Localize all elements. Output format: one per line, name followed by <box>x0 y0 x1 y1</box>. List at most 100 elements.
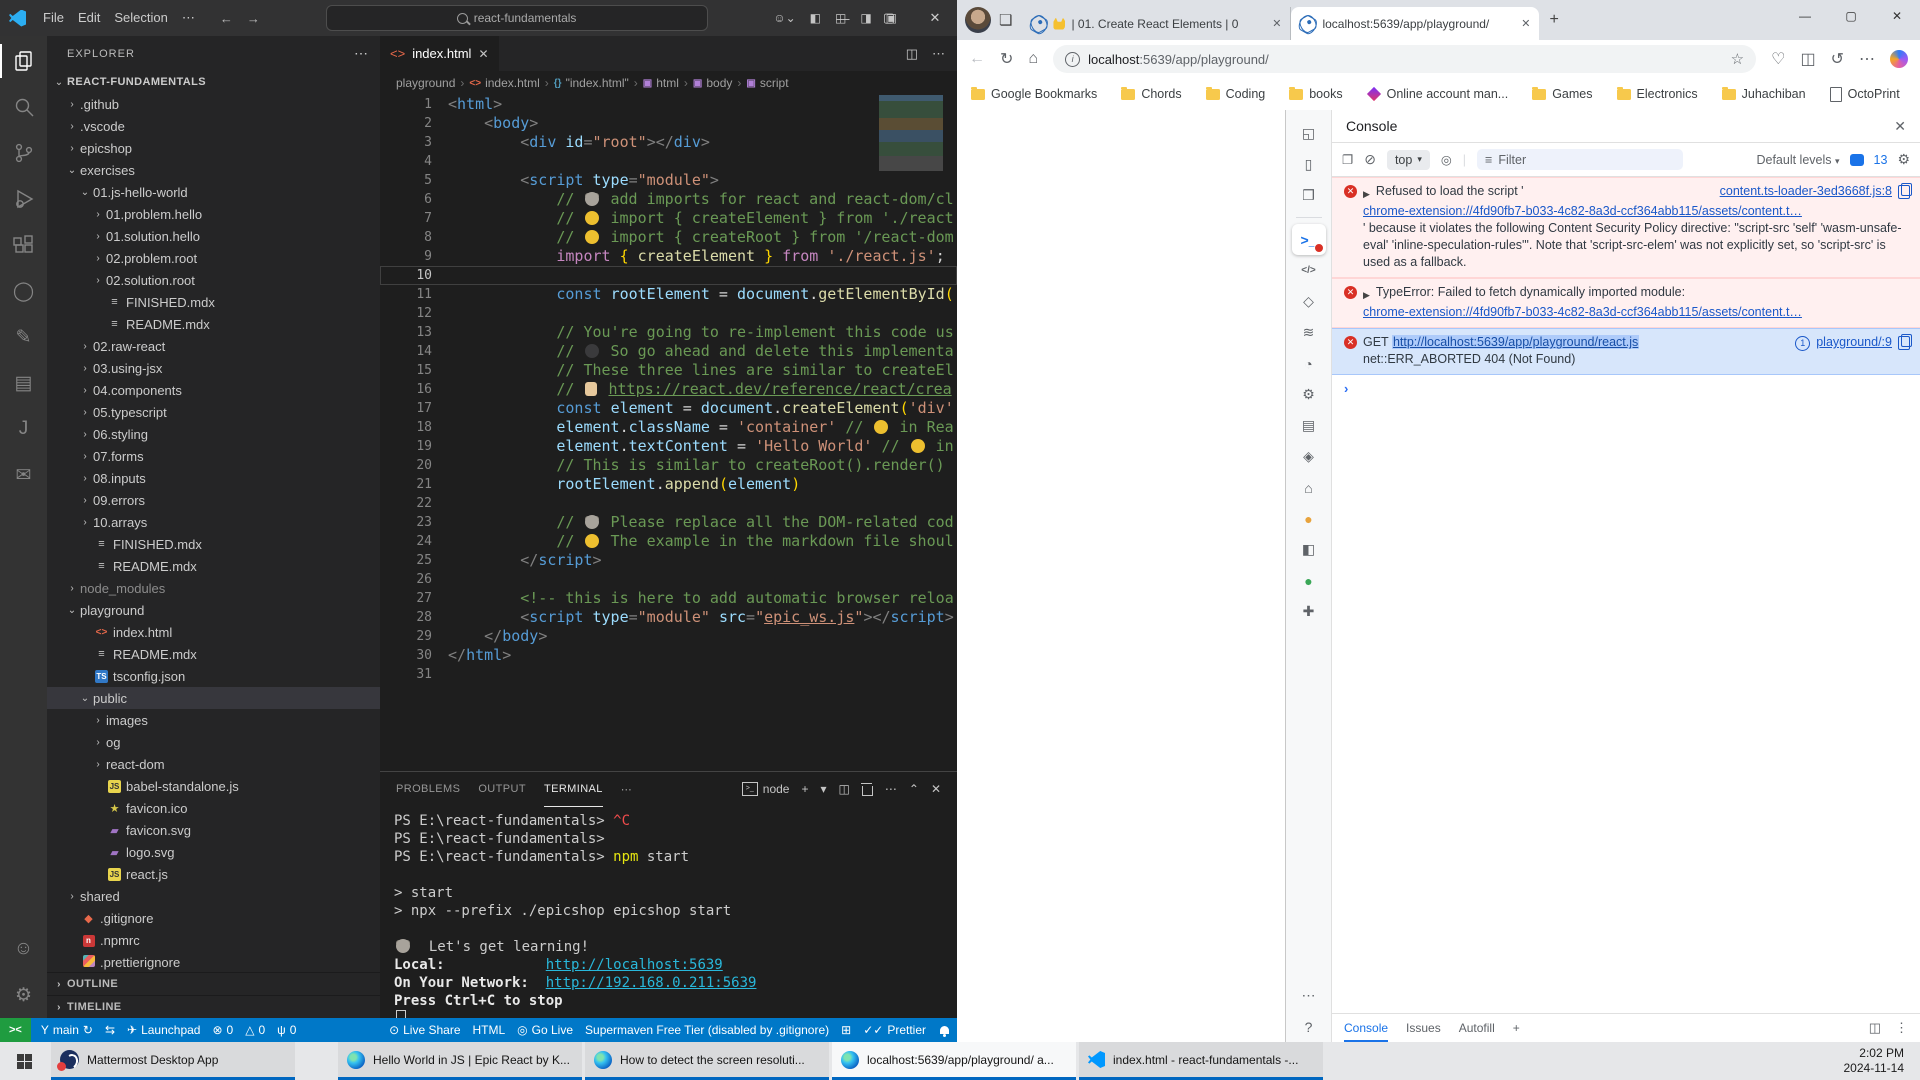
section-timeline[interactable]: ›TIMELINE <box>47 995 380 1018</box>
tree-item-images[interactable]: ›images <box>47 709 380 731</box>
browser-tab[interactable]: localhost:5639/app/playground/✕ <box>1291 7 1539 40</box>
lighthouse-icon[interactable]: ● <box>1292 565 1326 596</box>
more-menu-icon[interactable]: ⋯ <box>1859 49 1875 69</box>
tree-item-shared[interactable]: ›shared <box>47 885 380 907</box>
tree-item-06.styling[interactable]: ›06.styling <box>47 423 380 445</box>
statusbar-ports[interactable]: ψ0 <box>271 1023 302 1037</box>
terminal-dropdown-icon[interactable]: ▾ <box>821 782 827 796</box>
context-selector[interactable]: top▾ <box>1387 150 1430 170</box>
jupyter-icon[interactable]: J <box>0 406 47 452</box>
tree-item-finished.mdx[interactable]: ≡FINISHED.mdx <box>47 533 380 555</box>
split-screen-icon[interactable]: ◫ <box>1800 49 1815 69</box>
page-content[interactable] <box>957 110 1285 1042</box>
console-filter-input[interactable]: ≡ Filter <box>1477 149 1683 170</box>
maximize-button[interactable]: ▢ <box>866 0 912 36</box>
panel-tab-terminal[interactable]: TERMINAL <box>544 772 603 807</box>
console-message[interactable]: ✕GET http://localhost:5639/app/playgroun… <box>1332 328 1920 375</box>
panel-tab-output[interactable]: OUTPUT <box>478 772 526 806</box>
minimize-button[interactable]: — <box>1782 0 1828 32</box>
close-panel-icon[interactable]: ✕ <box>931 782 941 796</box>
tree-item-02.solution.root[interactable]: ›02.solution.root <box>47 269 380 291</box>
tree-item-.github[interactable]: ›.github <box>47 93 380 115</box>
back-icon[interactable]: ← <box>969 50 985 68</box>
tree-item-03.using-jsx[interactable]: ›03.using-jsx <box>47 357 380 379</box>
taskbar-app[interactable]: localhost:5639/app/playground/ a... <box>832 1042 1076 1080</box>
workspaces-icon[interactable]: ❏ <box>999 11 1012 29</box>
new-terminal-icon[interactable]: + <box>801 782 808 796</box>
tab-index-html[interactable]: <> index.html ✕ <box>380 36 499 71</box>
favorite-star-icon[interactable]: ☆ <box>1731 50 1744 68</box>
clear-console-icon[interactable]: ⊘ <box>1364 151 1376 168</box>
tree-item-readme.mdx[interactable]: ≡README.mdx <box>47 555 380 577</box>
terminal-shell-chip[interactable]: >_node <box>742 782 790 796</box>
browser-tab[interactable]: | 01. Create React Elements | 0✕ <box>1022 7 1291 40</box>
menu-selection[interactable]: Selection <box>107 10 174 25</box>
tree-item-readme.mdx[interactable]: ≡README.mdx <box>47 313 380 335</box>
site-info-icon[interactable]: i <box>1065 52 1080 67</box>
drawer-overflow-icon[interactable]: ⋮ <box>1895 1020 1908 1036</box>
console-messages-icon[interactable] <box>1850 154 1864 166</box>
tree-item-node_modules[interactable]: ›node_modules <box>47 577 380 599</box>
tree-item-babel-standalone.js[interactable]: JSbabel-standalone.js <box>47 775 380 797</box>
menu-edit[interactable]: Edit <box>71 10 107 25</box>
device-toolbar-icon[interactable]: ▯ <box>1292 149 1326 180</box>
statusbar-git-branch[interactable]: Ymain↻ <box>35 1023 99 1037</box>
console-sidebar-icon[interactable]: ❐ <box>1342 152 1353 167</box>
breadcrumb-script[interactable]: ▣script <box>746 76 788 90</box>
bookmark-googlebookmarks[interactable]: Google Bookmarks <box>971 87 1097 101</box>
tree-item-react-dom[interactable]: ›react-dom <box>47 753 380 775</box>
tree-item-04.components[interactable]: ›04.components <box>47 379 380 401</box>
home-icon[interactable]: ⌂ <box>1028 50 1038 68</box>
close-tab-icon[interactable]: ✕ <box>1272 17 1281 30</box>
statusbar-extension-grid[interactable]: ⊞ <box>835 1023 857 1037</box>
chat-extension-icon[interactable]: ✉ <box>0 452 47 498</box>
taskbar-app[interactable]: Mattermost Desktop App <box>51 1042 295 1080</box>
drawer-tab-console[interactable]: Console <box>1344 1014 1388 1042</box>
bookmark-juhachiban[interactable]: Juhachiban <box>1722 87 1806 101</box>
inspect-element-icon[interactable]: ◱ <box>1292 118 1326 149</box>
flask-icon[interactable]: ◇ <box>1292 286 1326 317</box>
bookmark-games[interactable]: Games <box>1532 87 1592 101</box>
statusbar-notifications-bell[interactable] <box>932 1026 957 1034</box>
history-icon[interactable]: ↺ <box>1831 49 1844 69</box>
breadcrumb-indexhtml[interactable]: <>index.html <box>469 76 539 90</box>
panel-more-actions-icon[interactable]: ⋯ <box>885 782 897 796</box>
account-icon[interactable]: ☺ <box>0 926 47 972</box>
add-drawer-tab-button[interactable]: + <box>1513 1021 1520 1035</box>
performance-icon[interactable]: ◔ <box>1292 348 1326 379</box>
bookmark-octoprint[interactable]: OctoPrint <box>1830 87 1900 102</box>
tree-item-01.js-hello-world[interactable]: ⌄01.js-hello-world <box>47 181 380 203</box>
tree-item-02.problem.root[interactable]: ›02.problem.root <box>47 247 380 269</box>
source-link[interactable]: playground/:9 <box>1816 334 1892 351</box>
close-button[interactable]: ✕ <box>1874 0 1920 32</box>
console-settings-gear-icon[interactable]: ⚙ <box>1897 151 1910 168</box>
close-button[interactable]: ✕ <box>912 0 958 36</box>
breadcrumb-indexhtml[interactable]: {}"index.html" <box>554 76 629 90</box>
tree-item-og[interactable]: ›og <box>47 731 380 753</box>
split-terminal-icon[interactable]: ◫ <box>839 782 850 796</box>
terminal[interactable]: PS E:\react-fundamentals> ^CPS E:\react-… <box>380 806 957 1018</box>
tree-item-readme.mdx[interactable]: ≡README.mdx <box>47 643 380 665</box>
copilot-icon[interactable] <box>1890 50 1908 68</box>
breadcrumb-html[interactable]: ▣html <box>643 76 679 90</box>
editor-more-icon[interactable]: ⋯ <box>932 46 945 62</box>
console-message[interactable]: ✕▶TypeError: Failed to fetch dynamically… <box>1332 278 1920 328</box>
console-icon[interactable]: >_ <box>1292 224 1326 255</box>
remote-explorer-icon[interactable]: ▤ <box>0 360 47 406</box>
more-tools-icon[interactable]: ⋯ <box>1292 980 1326 1011</box>
tree-item-finished.mdx[interactable]: ≡FINISHED.mdx <box>47 291 380 313</box>
source-link[interactable]: content.ts-loader-3ed3668f.js:8 <box>1720 183 1892 200</box>
statusbar-warnings[interactable]: △0 <box>239 1023 271 1037</box>
tree-item-public[interactable]: ⌄public <box>47 687 380 709</box>
menu-file[interactable]: File <box>36 10 71 25</box>
tree-item-react-fundamentals[interactable]: ⌄REACT-FUNDAMENTALS <box>47 71 380 93</box>
tree-item-epicshop[interactable]: ›epicshop <box>47 137 380 159</box>
section-outline[interactable]: ›OUTLINE <box>47 972 380 995</box>
tree-item-02.raw-react[interactable]: ›02.raw-react <box>47 335 380 357</box>
sources-icon[interactable]: </> <box>1292 255 1326 286</box>
statusbar-language-mode[interactable]: HTML <box>467 1023 512 1037</box>
back-arrow-icon[interactable]: ← <box>220 11 233 26</box>
tree-item-index.html[interactable]: <>index.html <box>47 621 380 643</box>
split-editor-icon[interactable]: ◫ <box>906 46 918 62</box>
tree-item-tsconfig.json[interactable]: TStsconfig.json <box>47 665 380 687</box>
